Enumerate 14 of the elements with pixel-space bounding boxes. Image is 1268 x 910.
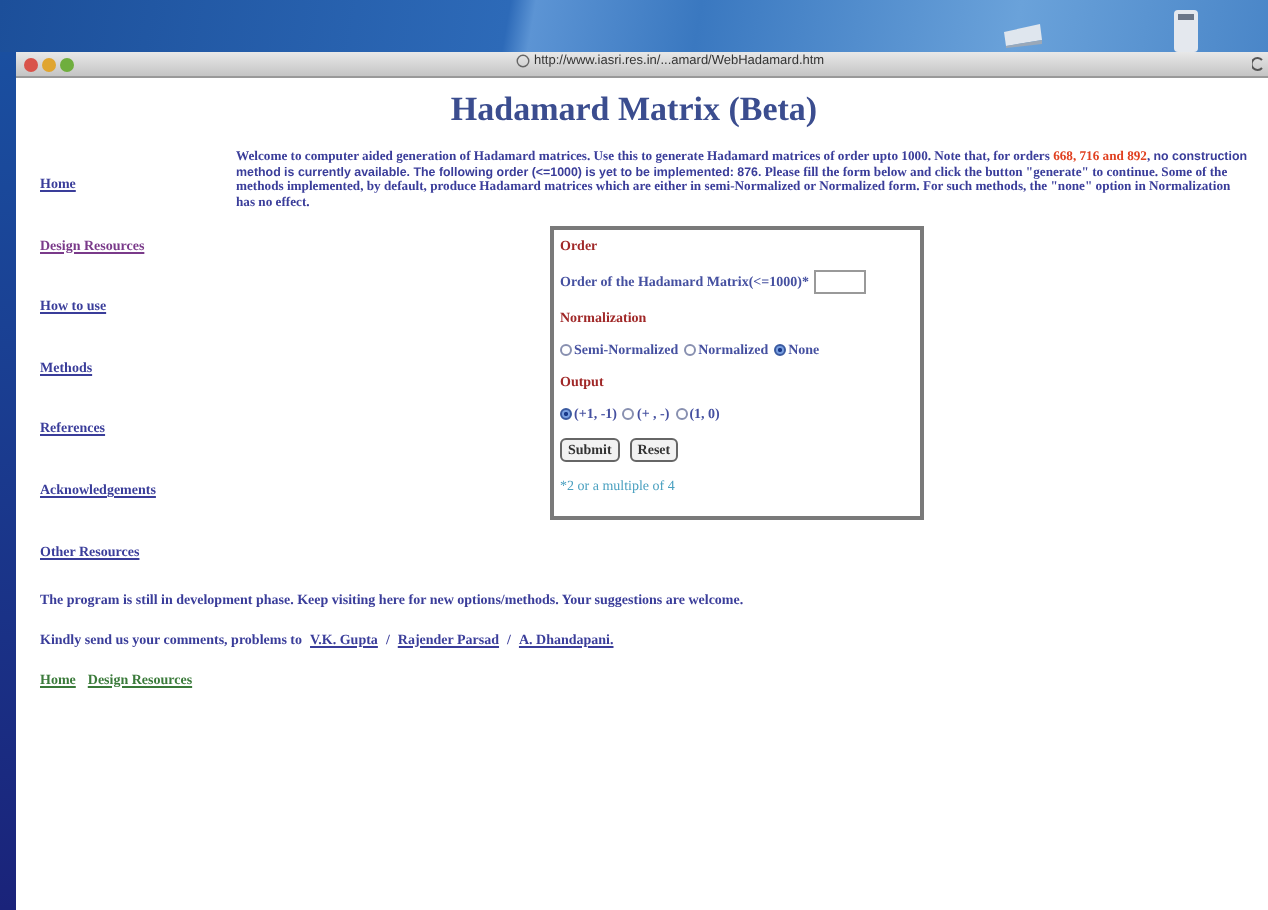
radio-button[interactable]	[675, 408, 688, 420]
drive-icon[interactable]	[1000, 20, 1044, 48]
radio-button[interactable]	[684, 344, 697, 356]
radio-button[interactable]	[560, 344, 572, 356]
close-icon[interactable]	[24, 57, 38, 71]
trash-icon[interactable]	[1172, 8, 1200, 52]
radio-button[interactable]	[774, 344, 787, 356]
zoom-icon[interactable]	[60, 57, 74, 71]
radio-button[interactable]	[560, 408, 572, 420]
page-title: Hadamard Matrix (Beta)	[448, 90, 820, 130]
radio-button[interactable]	[622, 408, 635, 420]
minimize-icon[interactable]	[42, 57, 56, 71]
reload-icon[interactable]	[1252, 56, 1264, 72]
order-input-field[interactable]	[813, 270, 865, 294]
